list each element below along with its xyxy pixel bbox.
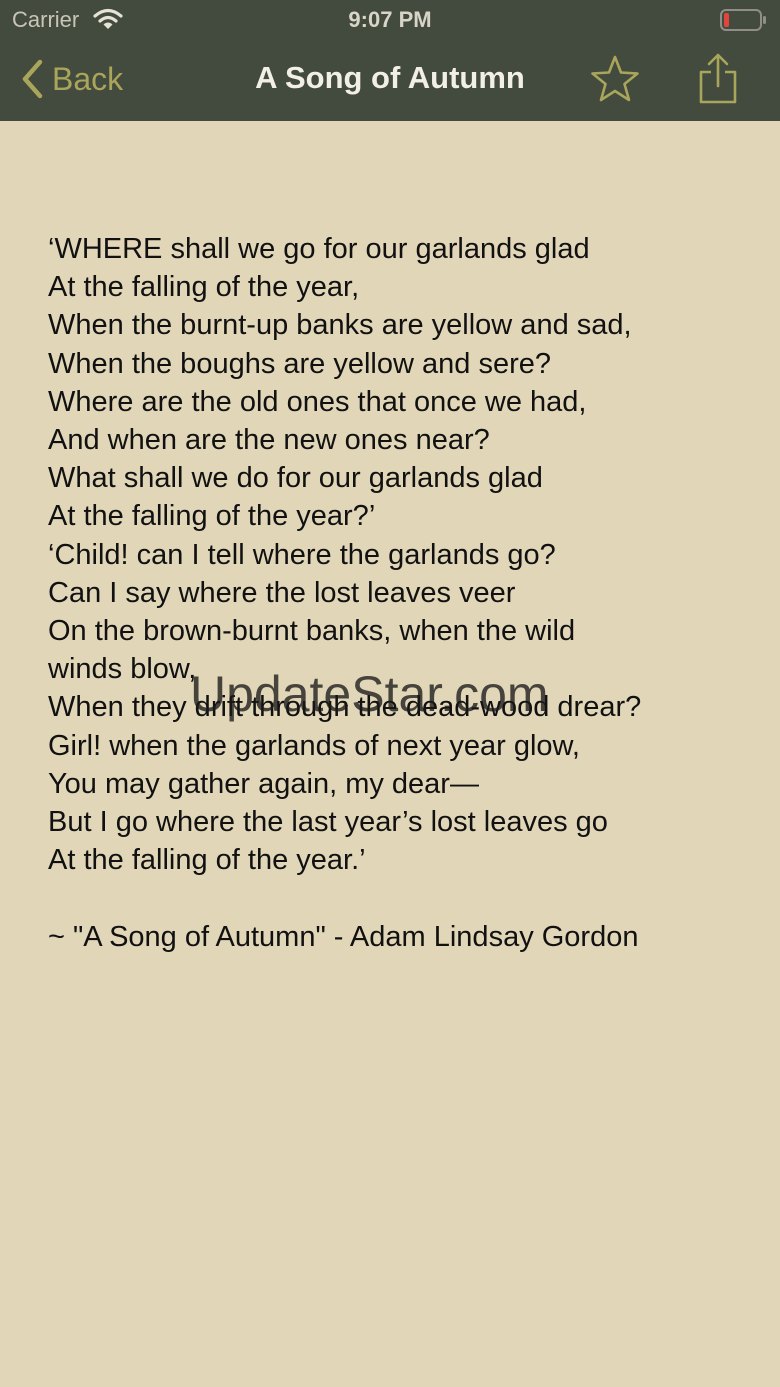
- poem-line: But I go where the last year’s lost leav…: [48, 806, 608, 839]
- poem-line: And when are the new ones near?: [48, 424, 490, 457]
- watermark: UpdateStar.com: [190, 666, 549, 722]
- battery-icon: [720, 9, 766, 31]
- poem-line: ‘WHERE shall we go for our garlands glad: [48, 233, 590, 265]
- share-button[interactable]: [696, 52, 740, 106]
- poem-line: At the falling of the year.’: [48, 844, 366, 877]
- poem-text: ‘WHERE shall we go for our garlands glad…: [48, 230, 748, 879]
- page-title: A Song of Autumn: [255, 60, 525, 95]
- poem-line: Girl! when the garlands of next year glo…: [48, 729, 580, 762]
- status-bar: Carrier 9:07 PM: [0, 0, 780, 40]
- favorite-button[interactable]: [590, 54, 640, 104]
- poem-line: When the burnt-up banks are yellow and s…: [48, 309, 632, 342]
- poem-line: You may gather again, my dear—: [48, 767, 479, 800]
- poem-line: What shall we do for our garlands glad: [48, 462, 543, 495]
- poem-line: At the falling of the year,: [48, 271, 360, 304]
- top-bar: Carrier 9:07 PM Back A Song of Autumn: [0, 0, 780, 121]
- star-outline-icon: [591, 55, 639, 102]
- navigation-bar: Back A Song of Autumn: [0, 40, 780, 121]
- poem-line: On the brown-burnt banks, when the wild: [48, 615, 576, 648]
- poem-line: ‘Child! can I tell where the garlands go…: [48, 538, 556, 571]
- share-icon: [699, 53, 737, 104]
- back-label: Back: [52, 60, 124, 97]
- back-button[interactable]: Back: [20, 56, 123, 102]
- poem-line: When the boughs are yellow and sere?: [48, 347, 551, 380]
- chevron-left-icon: [22, 59, 43, 99]
- status-time: 9:07 PM: [348, 7, 432, 32]
- poem-line: At the falling of the year?’: [48, 500, 376, 533]
- poem-screen: Carrier 9:07 PM Back A Song of Autumn ‘W…: [0, 0, 780, 1387]
- poem-line: Can I say where the lost leaves veer: [48, 576, 516, 609]
- poem-line: Where are the old ones that once we had,: [48, 385, 587, 418]
- poem-attribution: ~ "A Song of Autumn" - Adam Lindsay Gord…: [48, 921, 639, 953]
